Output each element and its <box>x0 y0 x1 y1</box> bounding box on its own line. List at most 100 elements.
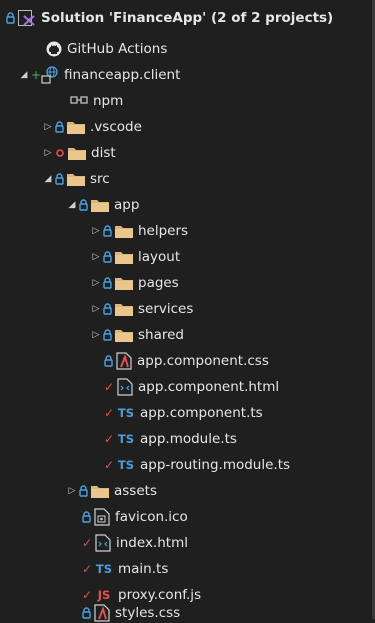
tree-row-github-actions[interactable]: GitHub Actions <box>0 36 372 62</box>
solution-explorer-tree: Solution 'FinanceApp' (2 of 2 projects) … <box>0 0 375 622</box>
css-file-icon <box>94 604 110 622</box>
expand-right-icon[interactable]: ▷ <box>91 276 101 290</box>
npm-dependencies-icon <box>70 95 88 107</box>
tree-row-styles-css[interactable]: styles.css <box>0 603 372 623</box>
folder-icon <box>91 484 109 498</box>
expand-right-icon[interactable]: ▷ <box>43 146 53 160</box>
tree-row-solution[interactable]: Solution 'FinanceApp' (2 of 2 projects) <box>0 5 372 31</box>
tree-row-index-html[interactable]: ✓ index.html <box>0 530 372 556</box>
css-file-icon <box>116 352 132 370</box>
expand-right-icon[interactable]: ▷ <box>91 224 101 238</box>
tree-item-label: pages <box>138 275 179 291</box>
expand-down-icon[interactable]: ◢ <box>67 198 77 212</box>
lock-icon <box>55 173 64 185</box>
solution-label: Solution 'FinanceApp' (2 of 2 projects) <box>41 10 334 26</box>
tree-row-assets[interactable]: ▷ assets <box>0 478 372 504</box>
lock-icon <box>103 303 112 315</box>
tree-item-label: proxy.conf.js <box>118 587 202 603</box>
folder-icon <box>115 250 133 264</box>
tree-row-pages[interactable]: ▷ pages <box>0 270 372 296</box>
tree-row-helpers[interactable]: ▷ helpers <box>0 218 372 244</box>
lock-icon <box>79 199 88 211</box>
folder-icon <box>115 328 133 342</box>
tree-row-app-routing-module-ts[interactable]: ✓ TS app-routing.module.ts <box>0 452 372 478</box>
expand-right-icon[interactable]: ▷ <box>91 250 101 264</box>
html-file-icon <box>95 534 111 552</box>
lock-icon <box>103 251 112 263</box>
expand-right-icon[interactable]: ▷ <box>91 328 101 342</box>
tree-row-app-module-ts[interactable]: ✓ TS app.module.ts <box>0 426 372 452</box>
tree-item-label: assets <box>114 483 157 499</box>
typescript-file-icon: TS <box>117 432 135 446</box>
tree-row-src[interactable]: ◢ src <box>0 166 372 192</box>
folder-icon <box>68 146 86 160</box>
tree-item-label: app.component.css <box>137 353 269 369</box>
tree-item-label: main.ts <box>118 561 169 577</box>
typescript-file-icon: TS <box>117 406 135 420</box>
excluded-circle-icon <box>55 149 65 157</box>
lock-icon <box>82 607 91 619</box>
folder-icon <box>67 172 85 186</box>
web-project-icon <box>41 66 59 84</box>
modified-check-icon: ✓ <box>103 458 115 472</box>
tree-item-label: layout <box>138 249 181 265</box>
tree-row-main-ts[interactable]: ✓ TS main.ts <box>0 556 372 582</box>
tree-row-app-component-ts[interactable]: ✓ TS app.component.ts <box>0 400 372 426</box>
tree-item-label: helpers <box>138 223 189 239</box>
folder-icon <box>115 224 133 238</box>
tree-item-label: app.component.ts <box>140 405 263 421</box>
tree-item-label: shared <box>138 327 184 343</box>
image-file-icon <box>94 508 110 526</box>
modified-check-icon: ✓ <box>81 536 93 550</box>
modified-check-icon: ✓ <box>81 588 93 602</box>
folder-icon <box>91 198 109 212</box>
modified-check-icon: ✓ <box>81 562 93 576</box>
tree-item-label: GitHub Actions <box>67 41 168 57</box>
tree-item-label: financeapp.client <box>64 67 181 83</box>
tree-item-label: app.module.ts <box>140 431 237 447</box>
tree-item-label: services <box>138 301 194 317</box>
expand-right-icon[interactable]: ▷ <box>91 302 101 316</box>
html-file-icon <box>117 378 133 396</box>
tree-item-label: favicon.ico <box>115 509 188 525</box>
modified-check-icon: ✓ <box>103 432 115 446</box>
expand-right-icon[interactable]: ▷ <box>43 120 53 134</box>
folder-icon <box>115 276 133 290</box>
tree-row-services[interactable]: ▷ services <box>0 296 372 322</box>
tree-item-label: index.html <box>116 535 188 551</box>
typescript-file-icon: TS <box>117 458 135 472</box>
tree-row-app[interactable]: ◢ app <box>0 192 372 218</box>
tree-item-label: src <box>90 171 110 187</box>
expand-down-icon[interactable]: ◢ <box>43 172 53 186</box>
tree-row-npm[interactable]: npm <box>0 88 372 114</box>
lock-icon <box>6 12 15 24</box>
tree-row-app-component-css[interactable]: app.component.css <box>0 348 372 374</box>
visual-studio-solution-icon <box>18 10 36 26</box>
tree-item-label: app-routing.module.ts <box>140 457 291 473</box>
tree-item-label: dist <box>91 145 116 161</box>
tree-item-label: npm <box>93 93 124 109</box>
tree-row-project[interactable]: ◢ + financeapp.client <box>0 62 372 88</box>
added-plus-icon: + <box>30 68 42 82</box>
folder-icon <box>115 302 133 316</box>
tree-row-favicon[interactable]: favicon.ico <box>0 504 372 530</box>
lock-icon <box>103 225 112 237</box>
lock-icon <box>55 121 64 133</box>
tree-item-label: .vscode <box>90 119 142 135</box>
tree-row-app-component-html[interactable]: ✓ app.component.html <box>0 374 372 400</box>
tree-item-label: app.component.html <box>138 379 280 395</box>
expand-right-icon[interactable]: ▷ <box>67 484 77 498</box>
lock-icon <box>104 355 113 367</box>
tree-row-dist[interactable]: ▷ dist <box>0 140 372 166</box>
lock-icon <box>82 511 91 523</box>
javascript-file-icon: JS <box>97 588 111 602</box>
tree-item-label: app <box>114 197 140 213</box>
tree-row-vscode[interactable]: ▷ .vscode <box>0 114 372 140</box>
tree-row-layout[interactable]: ▷ layout <box>0 244 372 270</box>
lock-icon <box>103 277 112 289</box>
expand-down-icon[interactable]: ◢ <box>19 68 29 82</box>
typescript-file-icon: TS <box>95 562 113 576</box>
modified-check-icon: ✓ <box>103 380 115 394</box>
tree-row-shared[interactable]: ▷ shared <box>0 322 372 348</box>
modified-check-icon: ✓ <box>103 406 115 420</box>
